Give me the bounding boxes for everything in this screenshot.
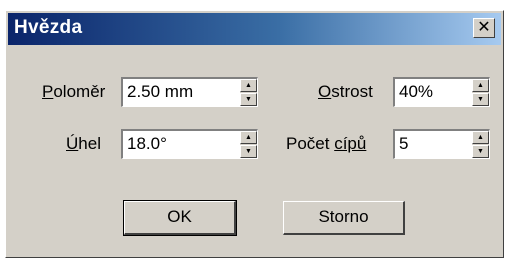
spin-up-arrow-icon: ▲: [245, 134, 252, 141]
sharpness-spin-buttons: ▲ ▼: [472, 79, 489, 106]
angle-label: Úhel: [66, 134, 101, 154]
star-dialog: Hvězda ✕ Poloměr 2.50 mm ▲ ▼ Ostrost 40%…: [5, 10, 504, 258]
points-label-prefix: Počet: [286, 134, 335, 153]
radius-spin-up[interactable]: ▲: [240, 79, 257, 92]
angle-spin-up[interactable]: ▲: [240, 131, 257, 144]
points-spinbox[interactable]: 5 ▲ ▼: [393, 129, 490, 159]
sharpness-spin-up[interactable]: ▲: [472, 79, 489, 92]
cancel-button[interactable]: Storno: [283, 201, 405, 235]
points-label-mnemonic: cípů: [334, 134, 367, 153]
points-input[interactable]: 5: [399, 134, 408, 154]
spin-down-arrow-icon: ▼: [245, 96, 252, 103]
spin-up-arrow-icon: ▲: [245, 82, 252, 89]
radius-spin-buttons: ▲ ▼: [240, 79, 257, 106]
angle-spin-down[interactable]: ▼: [240, 145, 257, 158]
radius-label: Poloměr: [42, 82, 105, 102]
sharpness-label-mnemonic: O: [318, 82, 332, 101]
angle-spinbox[interactable]: 18.0° ▲ ▼: [121, 129, 258, 159]
radius-label-mnemonic: P: [42, 82, 54, 101]
window-title: Hvězda: [14, 17, 83, 38]
spin-down-arrow-icon: ▼: [245, 148, 252, 155]
spin-down-arrow-icon: ▼: [477, 96, 484, 103]
angle-label-rest: hel: [78, 134, 101, 153]
angle-label-mnemonic: Ú: [66, 134, 79, 153]
points-label: Počet cípů: [286, 134, 366, 154]
sharpness-spin-down[interactable]: ▼: [472, 93, 489, 106]
spin-down-arrow-icon: ▼: [477, 148, 484, 155]
points-spin-down[interactable]: ▼: [472, 145, 489, 158]
points-spin-up[interactable]: ▲: [472, 131, 489, 144]
title-bar: Hvězda ✕: [8, 13, 501, 45]
sharpness-label: Ostrost: [318, 82, 373, 102]
radius-spinbox[interactable]: 2.50 mm ▲ ▼: [121, 77, 258, 107]
radius-input[interactable]: 2.50 mm: [127, 82, 193, 102]
ok-button[interactable]: OK: [123, 200, 237, 236]
angle-input[interactable]: 18.0°: [127, 134, 167, 154]
radius-spin-down[interactable]: ▼: [240, 93, 257, 106]
spin-up-arrow-icon: ▲: [477, 82, 484, 89]
sharpness-input[interactable]: 40%: [399, 82, 433, 102]
radius-label-rest: oloměr: [53, 82, 106, 101]
sharpness-spinbox[interactable]: 40% ▲ ▼: [393, 77, 490, 107]
spin-up-arrow-icon: ▲: [477, 134, 484, 141]
close-button[interactable]: ✕: [473, 18, 495, 38]
close-icon: ✕: [477, 19, 491, 36]
points-spin-buttons: ▲ ▼: [472, 131, 489, 158]
angle-spin-buttons: ▲ ▼: [240, 131, 257, 158]
sharpness-label-rest: strost: [331, 82, 373, 101]
